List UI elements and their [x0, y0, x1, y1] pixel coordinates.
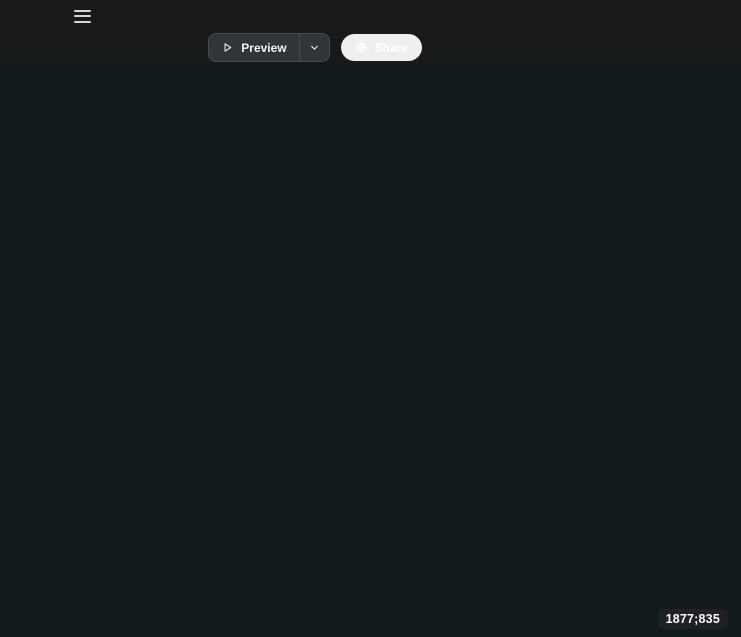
app-window: Preview Share 1877;835	[0, 0, 741, 637]
close-window-button[interactable]	[10, 11, 21, 22]
menu-icon[interactable]	[74, 10, 91, 23]
zoom-window-button[interactable]	[48, 11, 59, 22]
minimize-window-button[interactable]	[29, 11, 40, 22]
scene-tools-highlight-box	[460, 25, 738, 58]
game-scene[interactable]	[0, 63, 741, 637]
share-button[interactable]: Share	[341, 34, 422, 61]
chevron-down-icon	[308, 41, 321, 54]
globe-icon	[355, 41, 368, 54]
cursor-coordinates-badge: 1877;835	[658, 609, 728, 629]
preview-dropdown-button[interactable]	[300, 34, 329, 61]
scene-editor-canvas[interactable]: 1877;835	[0, 63, 741, 637]
header: Preview Share	[0, 0, 741, 63]
share-button-label: Share	[375, 41, 408, 55]
preview-button[interactable]: Preview	[208, 33, 329, 62]
preview-button-label: Preview	[241, 41, 286, 55]
play-icon	[221, 41, 234, 54]
traffic-lights	[10, 11, 59, 22]
